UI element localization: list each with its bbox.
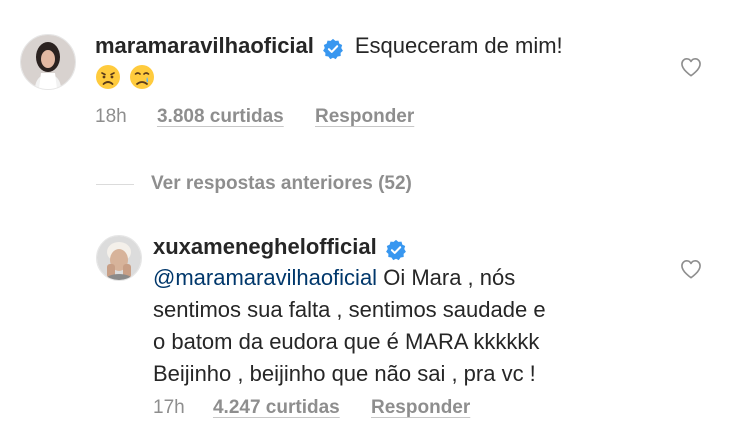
- reply-line: sentimos sua falta , sentimos saudade e: [153, 297, 546, 322]
- reply-mention[interactable]: @maramaravilhaoficial: [153, 265, 377, 290]
- reply-text: @maramaravilhaoficial Oi Mara , nós sent…: [153, 262, 653, 390]
- comment-text: Esqueceram de mim!: [354, 33, 563, 58]
- reply-likes[interactable]: 4.247 curtidas: [213, 397, 340, 418]
- avatar-photo: [97, 236, 141, 280]
- reply-time[interactable]: 17h: [153, 397, 185, 418]
- verified-badge-icon: [323, 38, 344, 59]
- reply-line: Beijinho , beijinho que não sai , pra vc…: [153, 361, 536, 386]
- reply-line-text: Oi Mara , nós: [383, 265, 516, 290]
- comment-meta: 18h 3.808 curtidas Responder: [95, 106, 414, 128]
- reply-line: @maramaravilhaoficial Oi Mara , nós: [153, 262, 653, 294]
- like-heart-icon[interactable]: [680, 57, 702, 77]
- like-heart-icon[interactable]: [680, 259, 702, 279]
- view-previous-replies-button[interactable]: Ver respostas anteriores (52): [151, 173, 412, 195]
- comment-header: maramaravilhaoficial Esqueceram de mim!: [95, 30, 563, 62]
- reply-meta: 17h 4.247 curtidas Responder: [153, 397, 470, 419]
- disappointed-face-icon: [96, 65, 120, 89]
- reply-reply-button[interactable]: Responder: [371, 397, 470, 418]
- comment-likes[interactable]: 3.808 curtidas: [157, 106, 284, 127]
- crying-face-icon: [130, 65, 155, 89]
- avatar-photo: [21, 35, 75, 89]
- avatar-maramaravilhaoficial[interactable]: [20, 34, 76, 90]
- comment-emojis: [95, 64, 159, 90]
- reply-header: xuxameneghelofficial: [153, 234, 407, 261]
- verified-badge-icon: [386, 239, 407, 260]
- reply-username[interactable]: xuxameneghelofficial: [153, 234, 377, 259]
- avatar-xuxameneghelofficial[interactable]: [96, 235, 142, 281]
- comment-reply-button[interactable]: Responder: [315, 106, 414, 127]
- comment-username[interactable]: maramaravilhaoficial: [95, 33, 314, 58]
- replies-divider: [96, 184, 134, 185]
- reply-line: o batom da eudora que é MARA kkkkkk: [153, 329, 540, 354]
- comment-time[interactable]: 18h: [95, 106, 127, 127]
